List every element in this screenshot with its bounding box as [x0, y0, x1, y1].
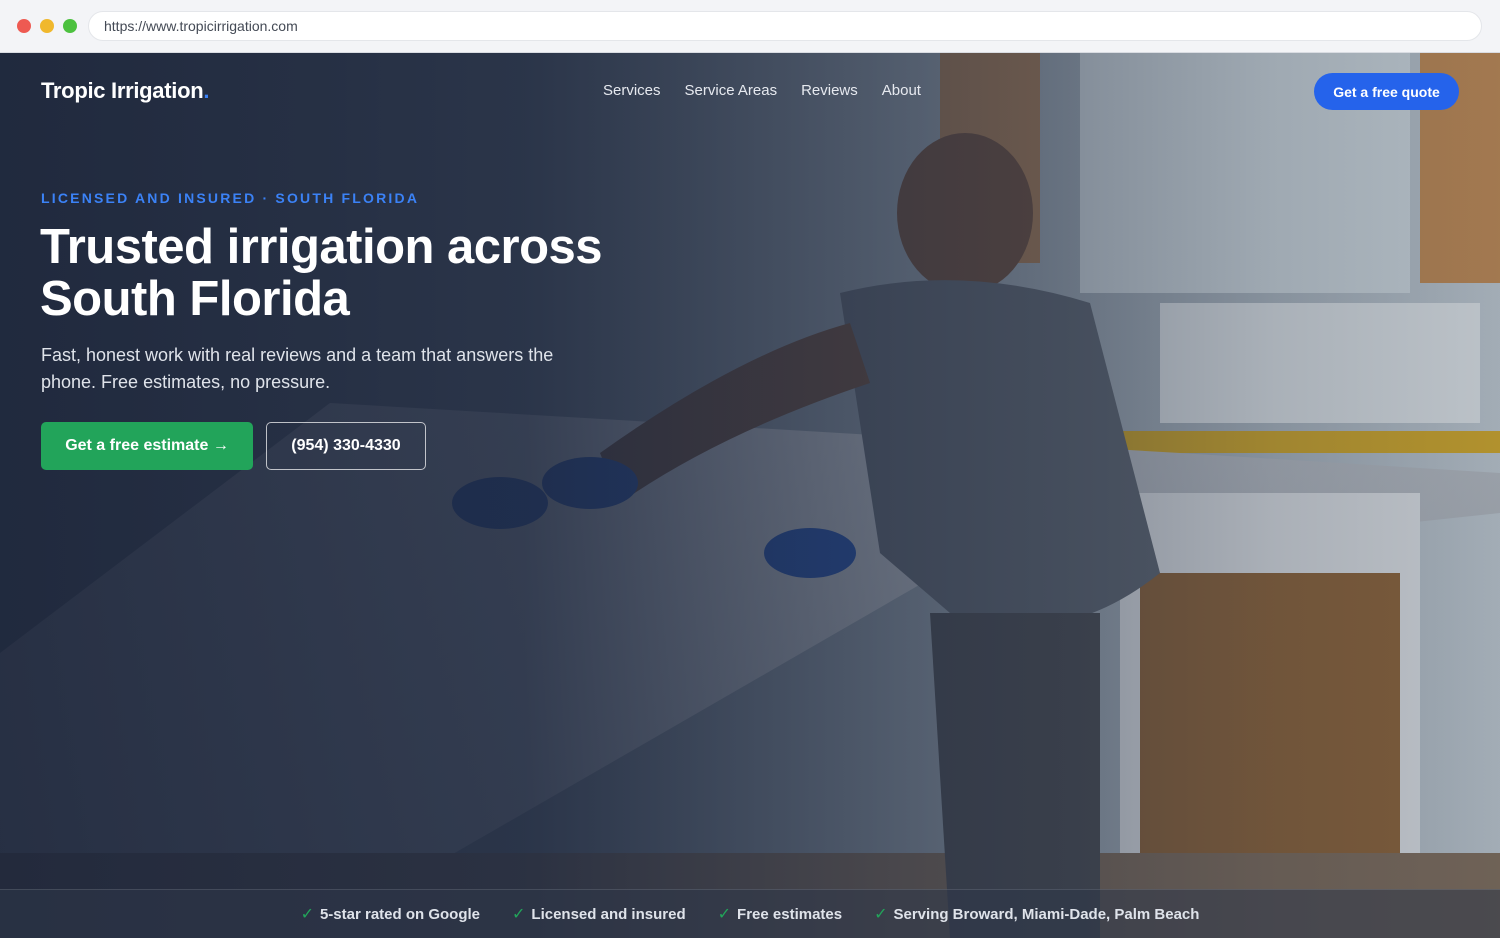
nav-link-service-areas[interactable]: Service Areas [685, 82, 778, 99]
nav-link-reviews[interactable]: Reviews [801, 82, 858, 99]
trust-item-service-area: ✓ Serving Broward, Miami-Dade, Palm Beac… [874, 904, 1199, 924]
site-header: Tropic Irrigation. Services Service Area… [0, 53, 1500, 133]
phone-number-button[interactable]: (954) 330-4330 [266, 422, 426, 470]
trust-item-licensed: ✓ Licensed and insured [512, 904, 686, 924]
trust-item-label: Licensed and insured [531, 905, 686, 923]
trust-item-label: 5-star rated on Google [319, 905, 480, 923]
maximize-window-button[interactable] [63, 19, 77, 33]
check-icon: ✓ [512, 906, 526, 923]
url-text: https://www.tropicirrigation.com [104, 18, 298, 34]
check-icon: ✓ [717, 906, 732, 923]
logo-text: Tropic Irrigation [41, 78, 204, 103]
get-free-estimate-button[interactable]: Get a free estimate → [41, 422, 253, 470]
headline-line-2: South Florida [40, 272, 350, 326]
minimize-window-button[interactable] [40, 19, 54, 33]
logo-dot: . [203, 78, 210, 103]
check-icon: ✓ [300, 906, 314, 923]
nav-link-about[interactable]: About [882, 82, 921, 99]
main-nav: Services Service Areas Reviews About [603, 82, 945, 99]
trust-bar: ✓ 5-star rated on Google ✓ Licensed and … [0, 889, 1500, 938]
site-logo[interactable]: Tropic Irrigation. [41, 78, 209, 104]
trust-item-label: Free estimates [737, 905, 843, 923]
hero-dark-overlay [0, 53, 1500, 938]
trust-item-label: Serving Broward, Miami-Dade, Palm Beach [893, 905, 1200, 923]
hero-subtitle: Fast, honest work with real reviews and … [41, 345, 554, 392]
hero-eyebrow: LICENSED AND INSURED · SOUTH FLORIDA [41, 190, 420, 206]
trust-item-google-rating: ✓ 5-star rated on Google [301, 904, 480, 924]
headline-line-1: Trusted irrigation across [40, 220, 603, 274]
hero-section: Tropic Irrigation. Services Service Area… [0, 53, 1500, 938]
get-free-quote-button[interactable]: Get a free quote [1314, 73, 1459, 110]
close-window-button[interactable] [17, 19, 31, 33]
hero-headline: Trusted irrigation across South Florida [40, 221, 660, 325]
nav-link-services[interactable]: Services [603, 82, 661, 99]
browser-chrome: https://www.tropicirrigation.com [0, 0, 1500, 53]
trust-item-free-estimates: ✓ Free estimates [718, 904, 842, 924]
check-icon: ✓ [874, 906, 888, 923]
address-bar[interactable]: https://www.tropicirrigation.com [88, 11, 1482, 41]
